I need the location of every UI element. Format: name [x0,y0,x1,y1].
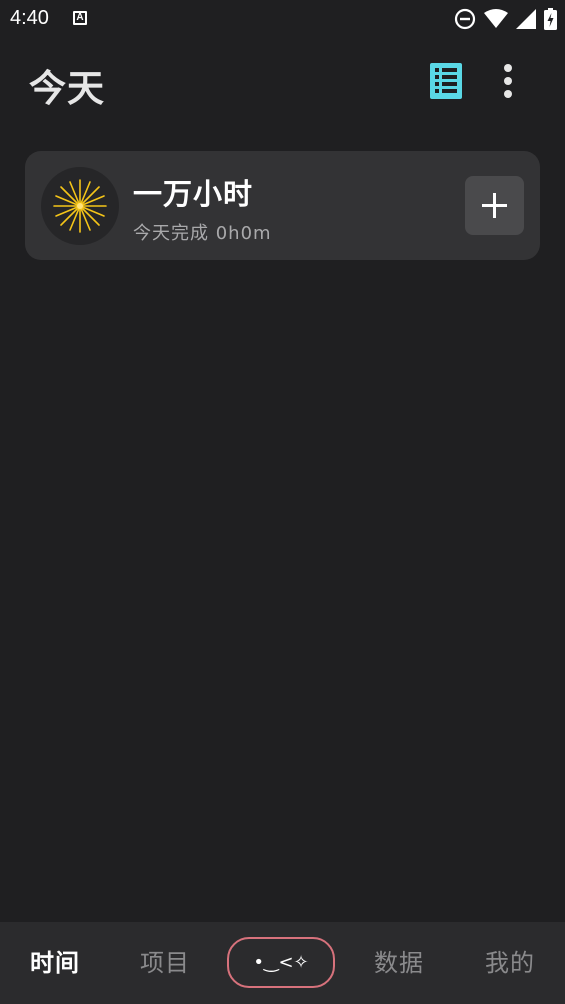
battery-charging-icon [544,8,557,30]
add-time-button[interactable] [465,176,524,235]
bottom-nav: 时间 项目 •‿<✧ 数据 我的 [0,922,565,1004]
nav-item-projects[interactable]: 项目 [110,922,220,1004]
project-avatar [41,167,119,245]
firework-icon [53,179,107,233]
project-subtitle: 今天完成 0h0m [133,223,272,244]
page-title: 今天 [29,67,105,110]
wifi-icon [484,9,508,28]
list-view-button[interactable] [430,63,462,99]
project-name: 一万小时 [133,177,254,211]
nav-item-mine[interactable]: 我的 [455,922,565,1004]
do-not-disturb-icon [454,8,476,30]
nav-item-time[interactable]: 时间 [0,922,110,1004]
status-time: 4:40 [10,7,49,29]
app-notification-icon: A [73,11,87,25]
nav-item-center-emoticon[interactable]: •‿<✧ [227,937,335,988]
more-options-button[interactable] [496,62,520,102]
project-card[interactable]: 一万小时 今天完成 0h0m [25,151,540,260]
status-icons [454,8,557,30]
status-bar: 4:40 A [0,0,565,38]
list-view-icon [430,63,462,99]
more-vert-icon [504,64,512,98]
nav-item-data[interactable]: 数据 [344,922,454,1004]
plus-icon [482,193,507,218]
signal-icon [516,9,536,29]
